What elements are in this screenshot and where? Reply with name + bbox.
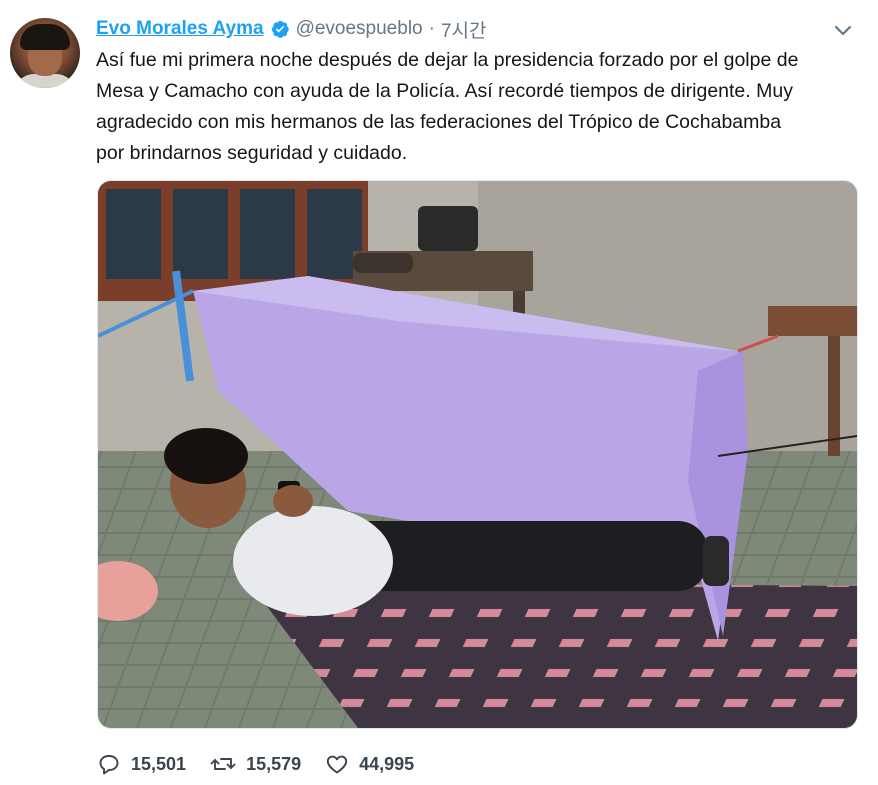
tweet-text-line: agradecido con mis hermanos de las feder… bbox=[96, 111, 782, 133]
avatar-hair bbox=[20, 24, 70, 50]
tweet-actions: 15,501 15,579 44,995 bbox=[97, 750, 438, 778]
tweet-text-line: Mesa y Camacho con ayuda de la Policía. … bbox=[96, 80, 793, 102]
avatar-shirt bbox=[14, 74, 76, 88]
hand bbox=[273, 485, 313, 517]
photo-illustration bbox=[98, 181, 857, 728]
sewing-machine bbox=[418, 206, 478, 251]
window-pane bbox=[106, 189, 161, 279]
retweet-count: 15,579 bbox=[246, 753, 302, 774]
tweet-text: Así fue mi primera noche después de deja… bbox=[96, 45, 866, 169]
tweet-header: Evo Morales Ayma @evoespueblo · 7시간 bbox=[96, 16, 486, 42]
reply-button[interactable]: 15,501 bbox=[97, 752, 186, 776]
like-button[interactable]: 44,995 bbox=[325, 752, 414, 776]
avatar[interactable] bbox=[10, 18, 80, 88]
window-pane bbox=[173, 189, 228, 279]
trousers bbox=[338, 521, 708, 591]
bench bbox=[768, 306, 857, 336]
tweet-timestamp[interactable]: 7시간 bbox=[441, 16, 487, 43]
tweet-card: Evo Morales Ayma @evoespueblo · 7시간 Así … bbox=[0, 0, 878, 785]
shoe bbox=[703, 536, 729, 586]
white-shirt bbox=[233, 506, 393, 616]
reply-icon bbox=[99, 755, 119, 775]
like-count: 44,995 bbox=[359, 753, 415, 774]
header-separator: · bbox=[428, 18, 435, 39]
tweet-photo[interactable] bbox=[97, 180, 858, 729]
retweet-icon bbox=[210, 758, 236, 770]
hair bbox=[164, 428, 248, 484]
boot bbox=[353, 253, 413, 273]
author-name[interactable]: Evo Morales Ayma bbox=[96, 18, 264, 40]
verified-badge-icon bbox=[270, 19, 290, 39]
retweet-button[interactable]: 15,579 bbox=[210, 752, 301, 776]
tweet-text-line: Así fue mi primera noche después de deja… bbox=[96, 49, 799, 71]
heart-icon bbox=[326, 755, 348, 774]
author-handle[interactable]: @evoespueblo bbox=[296, 18, 423, 40]
window-pane bbox=[240, 189, 295, 279]
tweet-text-line: por brindarnos seguridad y cuidado. bbox=[96, 142, 408, 164]
reply-count: 15,501 bbox=[131, 753, 187, 774]
chevron-down-icon[interactable] bbox=[830, 20, 856, 42]
